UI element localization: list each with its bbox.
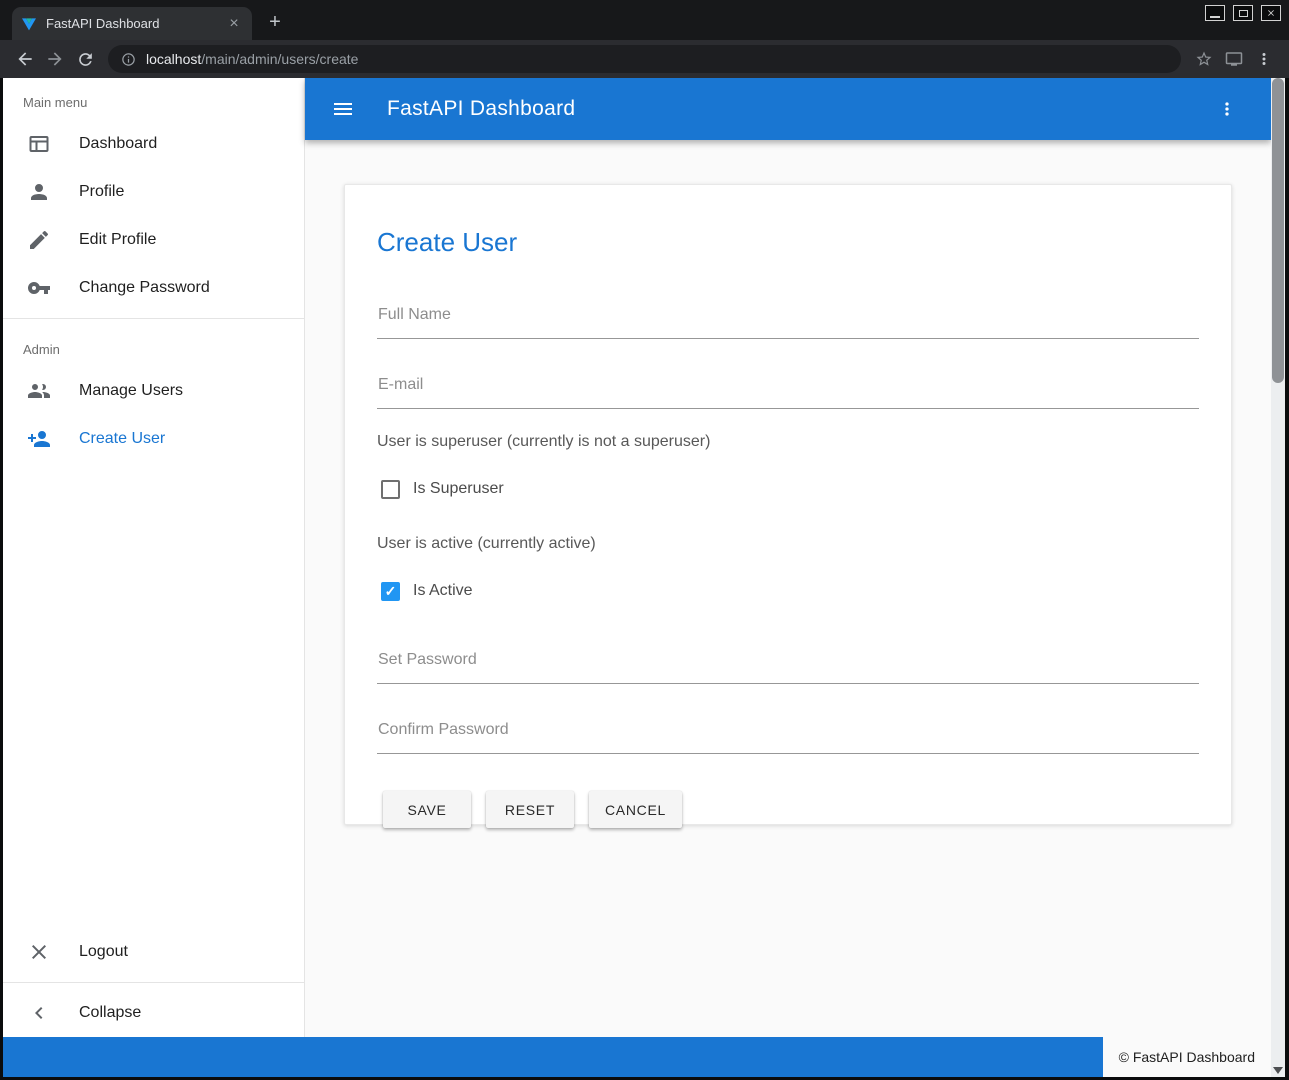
tab-title: FastAPI Dashboard — [46, 16, 225, 31]
sidebar-item-collapse[interactable]: Collapse — [3, 989, 304, 1037]
email-fieldwrap — [377, 376, 1199, 409]
sidebar-item-label: Profile — [79, 183, 124, 201]
logout-x-icon — [27, 940, 51, 964]
window-controls — [1205, 5, 1281, 21]
reload-button[interactable] — [70, 44, 100, 74]
browser-tab[interactable]: FastAPI Dashboard × — [12, 7, 252, 40]
superuser-checkbox-label: Is Superuser — [413, 480, 504, 498]
sidebar: Main menu Dashboard Profile Edit Profile — [3, 78, 305, 1037]
superuser-hint: User is superuser (currently is not a su… — [377, 433, 1199, 451]
form-buttons: SAVE RESET CANCEL — [383, 791, 1199, 828]
email-input[interactable] — [377, 376, 1199, 409]
browser-titlebar: FastAPI Dashboard × + — [0, 0, 1289, 40]
url-text: localhost/main/admin/users/create — [146, 51, 358, 67]
appbar-title: FastAPI Dashboard — [387, 97, 575, 121]
chevron-left-icon — [27, 1001, 51, 1025]
sidebar-item-profile[interactable]: Profile — [3, 168, 304, 216]
appbar-kebab-icon[interactable] — [1209, 91, 1245, 127]
browser-toolbar: localhost/main/admin/users/create — [0, 40, 1289, 78]
page-info-icon[interactable] — [121, 52, 136, 67]
page-scrollbar[interactable] — [1271, 78, 1285, 1077]
new-tab-button[interactable]: + — [262, 9, 288, 35]
main-area: Create User User is superuser (currently… — [305, 140, 1271, 1037]
cancel-button[interactable]: CANCEL — [589, 791, 682, 828]
sidebar-divider — [3, 318, 304, 319]
dashboard-icon — [27, 132, 51, 156]
sidebar-item-manage-users[interactable]: Manage Users — [3, 367, 304, 415]
sidebar-item-label: Dashboard — [79, 135, 157, 153]
superuser-checkbox[interactable] — [381, 480, 400, 499]
create-user-card: Create User User is superuser (currently… — [344, 184, 1232, 825]
active-checkbox-row[interactable]: ✓ Is Active — [381, 579, 1199, 603]
sidebar-admin-label: Admin — [3, 325, 304, 367]
minimize-icon — [1210, 16, 1220, 18]
person-add-icon — [27, 427, 51, 451]
browser-menu-kebab-icon[interactable] — [1249, 44, 1279, 74]
active-hint: User is active (currently active) — [377, 535, 1199, 553]
sidebar-item-dashboard[interactable]: Dashboard — [3, 120, 304, 168]
window-close-button[interactable] — [1261, 5, 1281, 21]
full-name-fieldwrap — [377, 306, 1199, 339]
maximize-icon — [1239, 10, 1248, 17]
scrollbar-down-arrow-icon[interactable] — [1273, 1067, 1283, 1074]
save-button[interactable]: SAVE — [383, 791, 471, 828]
person-icon — [27, 180, 51, 204]
forward-button[interactable] — [40, 44, 70, 74]
url-host: localhost — [146, 51, 201, 67]
set-password-fieldwrap — [377, 651, 1199, 684]
sidebar-item-create-user[interactable]: Create User — [3, 415, 304, 463]
pencil-icon — [27, 228, 51, 252]
footer: © FastAPI Dashboard — [3, 1037, 1271, 1077]
close-icon — [1266, 8, 1276, 18]
sidebar-item-label: Logout — [79, 943, 128, 961]
sidebar-item-label: Create User — [79, 430, 165, 448]
set-password-input[interactable] — [377, 651, 1199, 684]
extension-icon[interactable] — [1219, 44, 1249, 74]
web-page: Main menu Dashboard Profile Edit Profile — [3, 78, 1271, 1077]
window-minimize-button[interactable] — [1205, 5, 1225, 21]
page-title: Create User — [377, 227, 1199, 258]
page-body: Main menu Dashboard Profile Edit Profile — [3, 78, 1271, 1037]
sidebar-item-label: Edit Profile — [79, 231, 156, 249]
sidebar-item-label: Manage Users — [79, 382, 183, 400]
sidebar-divider — [3, 982, 304, 983]
url-path: /main/admin/users/create — [201, 51, 358, 67]
active-checkbox[interactable]: ✓ — [381, 582, 400, 601]
key-icon — [27, 276, 51, 300]
people-icon — [27, 379, 51, 403]
sidebar-item-logout[interactable]: Logout — [3, 928, 304, 976]
window-maximize-button[interactable] — [1233, 5, 1253, 21]
back-button[interactable] — [10, 44, 40, 74]
sidebar-item-label: Collapse — [79, 1004, 141, 1022]
sidebar-item-edit-profile[interactable]: Edit Profile — [3, 216, 304, 264]
favicon-icon — [21, 16, 37, 32]
browser-window: { "colors": { "primary": "#1976d2", "che… — [0, 0, 1289, 1080]
address-bar[interactable]: localhost/main/admin/users/create — [108, 45, 1181, 73]
sidebar-item-label: Change Password — [79, 279, 210, 297]
reset-button[interactable]: RESET — [486, 791, 574, 828]
content-area: FastAPI Dashboard Create User User is su… — [305, 78, 1271, 1037]
appbar: FastAPI Dashboard — [305, 78, 1271, 140]
confirm-password-input[interactable] — [377, 721, 1199, 754]
sidebar-item-change-password[interactable]: Change Password — [3, 264, 304, 312]
sidebar-bottom: Logout Collapse — [3, 928, 304, 1037]
confirm-password-fieldwrap — [377, 721, 1199, 754]
hamburger-menu-icon[interactable] — [325, 91, 361, 127]
superuser-checkbox-row[interactable]: Is Superuser — [381, 477, 1199, 501]
active-checkbox-label: Is Active — [413, 582, 473, 600]
footer-copyright: © FastAPI Dashboard — [1103, 1037, 1271, 1077]
full-name-input[interactable] — [377, 306, 1199, 339]
tab-close-icon[interactable]: × — [225, 15, 243, 33]
bookmark-star-icon[interactable] — [1189, 44, 1219, 74]
sidebar-main-menu-label: Main menu — [3, 78, 304, 120]
scrollbar-thumb[interactable] — [1272, 78, 1284, 383]
